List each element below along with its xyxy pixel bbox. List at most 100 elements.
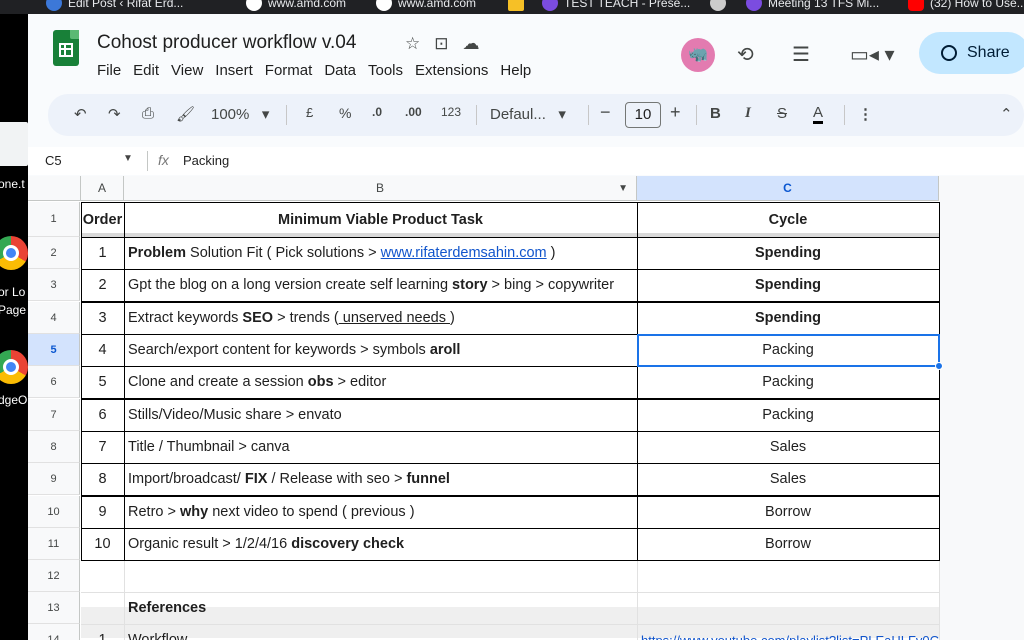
percent-button[interactable]: %	[339, 105, 351, 121]
task-cell[interactable]: Gpt the blog on a long version create se…	[124, 269, 637, 301]
task-cell[interactable]: Problem Solution Fit ( Pick solutions > …	[124, 237, 637, 269]
bold-button[interactable]: B	[710, 105, 721, 122]
name-box[interactable]: C5	[45, 153, 62, 168]
document-title[interactable]: Cohost producer workflow v.04	[97, 32, 356, 54]
bookmark-4[interactable]	[508, 0, 524, 11]
row-header[interactable]: 8	[28, 431, 80, 463]
row-header[interactable]: 4	[28, 302, 80, 334]
decrease-decimal-button[interactable]: .0	[372, 105, 382, 119]
menu-edit[interactable]: Edit	[133, 62, 159, 79]
chrome-icon[interactable]	[0, 236, 28, 270]
menu-insert[interactable]: Insert	[215, 62, 253, 79]
references-label[interactable]: References	[124, 592, 637, 624]
row-header[interactable]: 6	[28, 366, 80, 398]
bookmark-2[interactable]: www.amd.com	[246, 0, 346, 11]
bookmark-6[interactable]	[710, 0, 726, 11]
row-header[interactable]: 11	[28, 528, 80, 560]
formula-input[interactable]: Packing	[183, 153, 229, 168]
task-cell[interactable]: Import/broadcast/ FIX / Release with seo…	[124, 463, 637, 495]
comments-icon[interactable]: ☰	[792, 42, 810, 67]
meet-video-icon[interactable]: ▭◂ ▾	[850, 42, 895, 67]
menu-tools[interactable]: Tools	[368, 62, 403, 79]
row-header[interactable]: 7	[28, 399, 80, 431]
task-cell[interactable]: Title / Thumbnail > canva	[124, 431, 637, 463]
font-size-increase-button[interactable]: +	[670, 102, 681, 123]
file-icon[interactable]	[0, 122, 28, 166]
row-header[interactable]: 13	[28, 592, 80, 624]
font-select[interactable]: Defaul... ▾	[490, 105, 566, 123]
chrome-icon[interactable]	[0, 350, 28, 384]
collapse-toolbar-icon[interactable]: ⌃	[1000, 105, 1013, 123]
increase-decimal-button[interactable]: .00	[405, 105, 422, 119]
row-header[interactable]: 14	[28, 624, 80, 640]
chevron-down-icon[interactable]: ▼	[123, 153, 133, 164]
zoom-select[interactable]: 100% ▾	[211, 105, 269, 123]
bookmark-1[interactable]: Edit Post ‹ Rifat Erd...	[46, 0, 183, 11]
task-cell[interactable]: Extract keywords SEO > trends ( unserved…	[124, 302, 637, 334]
text-color-button[interactable]: A	[813, 105, 824, 124]
print-icon[interactable]: ⎙	[142, 105, 154, 122]
number-format-button[interactable]: 123	[441, 105, 461, 119]
font-size-input[interactable]: 10	[625, 102, 661, 128]
fill-handle[interactable]	[935, 362, 943, 370]
row-header[interactable]: 1	[28, 202, 80, 237]
task-cell[interactable]: Stills/Video/Music share > envato	[124, 399, 637, 431]
select-all-corner[interactable]	[28, 176, 81, 201]
star-icon[interactable]: ☆	[405, 34, 420, 54]
italic-button[interactable]: I	[745, 105, 751, 122]
order-cell[interactable]: 7	[81, 431, 124, 463]
menu-view[interactable]: View	[171, 62, 203, 79]
order-cell[interactable]: 2	[81, 269, 124, 301]
order-cell[interactable]: 1	[81, 237, 124, 269]
row-header[interactable]: 2	[28, 237, 80, 269]
task-cell[interactable]: Retro > why next video to spend ( previo…	[124, 496, 637, 528]
more-options-icon[interactable]: ⋮	[858, 105, 873, 123]
sheets-logo-icon[interactable]	[53, 30, 79, 66]
filter-dropdown-icon[interactable]: ▼	[618, 176, 628, 201]
order-cell[interactable]: 4	[81, 334, 124, 366]
order-cell[interactable]: 9	[81, 496, 124, 528]
order-cell[interactable]: 10	[81, 528, 124, 560]
task-cell[interactable]: Clone and create a session obs > editor	[124, 366, 637, 398]
order-cell[interactable]: 3	[81, 302, 124, 334]
link-cell[interactable]: https://www.youtube.com/playlist?list=PL…	[637, 624, 939, 640]
menu-format[interactable]: Format	[265, 62, 313, 79]
row-header[interactable]: 12	[28, 560, 80, 592]
cloud-status-icon[interactable]: ☁	[463, 34, 480, 54]
order-cell[interactable]: 1	[81, 624, 124, 640]
order-cell[interactable]: 5	[81, 366, 124, 398]
order-cell[interactable]: 8	[81, 463, 124, 495]
cycle-cell[interactable]: Spending	[637, 302, 939, 334]
cycle-cell[interactable]: Sales	[637, 463, 939, 495]
undo-icon[interactable]: ↶	[74, 105, 87, 123]
font-size-decrease-button[interactable]: −	[600, 102, 611, 123]
bookmark-7[interactable]: Meeting 13 TFS Mi...	[746, 0, 879, 11]
column-header-c[interactable]: C	[637, 176, 939, 201]
bookmark-3[interactable]: www.amd.com	[376, 0, 476, 11]
menu-help[interactable]: Help	[500, 62, 531, 79]
menu-file[interactable]: File	[97, 62, 121, 79]
cycle-cell[interactable]: Spending	[637, 269, 939, 301]
share-button[interactable]: Share	[919, 32, 1024, 74]
cycle-cell[interactable]: Packing	[637, 366, 939, 398]
redo-icon[interactable]: ↷	[108, 105, 121, 123]
row-header[interactable]: 5	[28, 334, 80, 366]
bookmark-5[interactable]: TEST TEACH - Prese...	[542, 0, 690, 11]
task-cell[interactable]: Search/export content for keywords > sym…	[124, 334, 637, 366]
header-cell-order[interactable]: Order	[81, 202, 124, 237]
currency-button[interactable]: £	[306, 105, 313, 120]
column-header-a[interactable]: A	[81, 176, 124, 201]
column-header-b[interactable]: B ▼	[124, 176, 637, 201]
order-cell[interactable]: 6	[81, 399, 124, 431]
task-cell[interactable]: Organic result > 1/2/4/16 discovery chec…	[124, 528, 637, 560]
paint-format-icon[interactable]: 🖌	[176, 105, 195, 123]
header-cell-cycle[interactable]: Cycle	[637, 202, 939, 237]
row-header[interactable]: 10	[28, 496, 80, 528]
cycle-cell[interactable]: Borrow	[637, 528, 939, 560]
cycle-cell[interactable]: Packing	[637, 334, 939, 366]
history-icon[interactable]: ⟲	[737, 42, 754, 67]
task-link[interactable]: www.rifaterdemsahin.com	[381, 245, 547, 261]
move-folder-icon[interactable]: ⊡	[434, 34, 448, 54]
cycle-cell[interactable]: Sales	[637, 431, 939, 463]
avatar[interactable]: 🦏	[681, 38, 715, 72]
